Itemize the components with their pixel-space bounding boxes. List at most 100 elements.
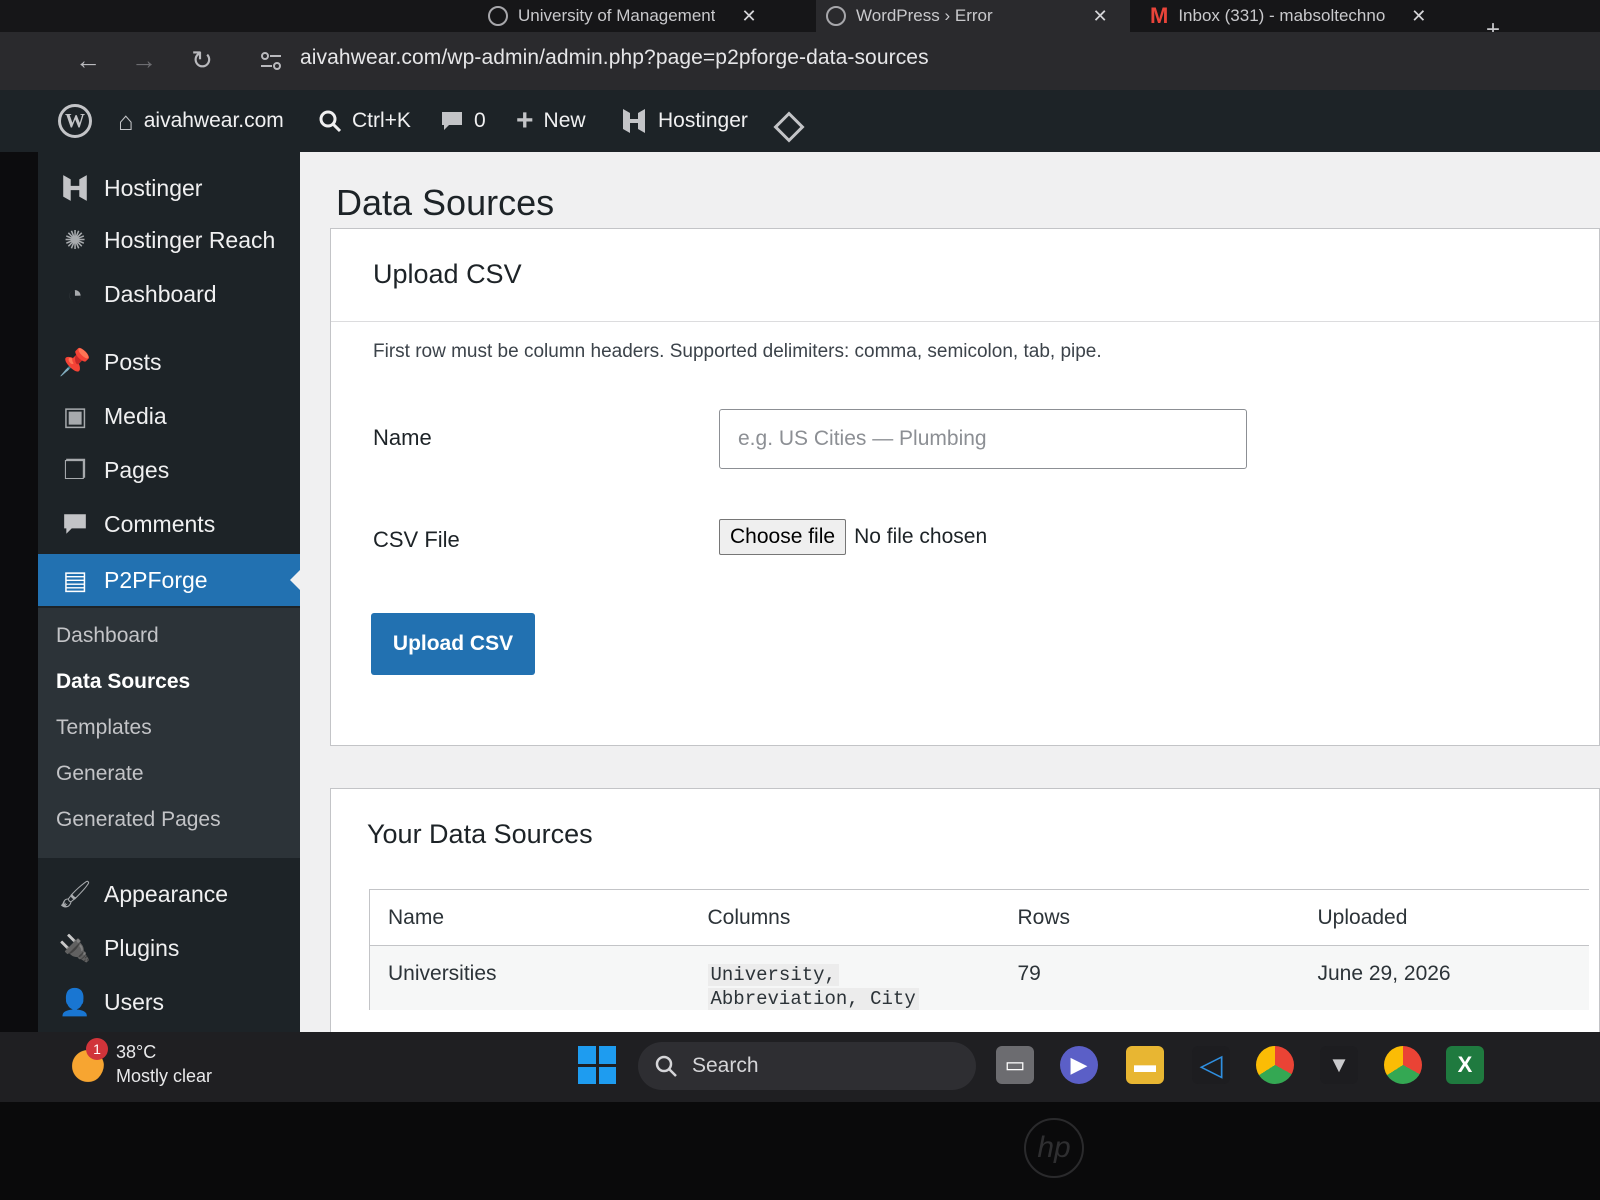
submenu-dashboard[interactable]: Dashboard bbox=[56, 624, 159, 648]
name-input[interactable] bbox=[719, 409, 1247, 469]
sidebar-item-p2pforge[interactable]: ▤ P2PForge bbox=[38, 554, 300, 606]
plus-icon: + bbox=[516, 104, 534, 137]
chrome-profile-icon[interactable] bbox=[1384, 1046, 1422, 1084]
user-icon: 👤 bbox=[58, 986, 92, 1017]
sidebar-item-label: Media bbox=[104, 402, 167, 429]
new-label: New bbox=[543, 109, 586, 132]
cell-columns: University, Abbreviation, City bbox=[689, 945, 1000, 1010]
forward-icon[interactable]: → bbox=[128, 44, 160, 76]
app-icon[interactable]: ▼ bbox=[1320, 1046, 1358, 1084]
column-header-uploaded[interactable]: Uploaded bbox=[1299, 889, 1589, 946]
sidebar-item-dashboard[interactable]: ◔ Dashboard bbox=[38, 268, 300, 320]
choose-file-button[interactable]: Choose file bbox=[719, 519, 847, 555]
hp-logo-icon: hp bbox=[1024, 1118, 1084, 1178]
sidebar-item-label: Pages bbox=[104, 456, 170, 483]
new-content-menu[interactable]: + New bbox=[516, 104, 586, 138]
sidebar-item-users[interactable]: 👤 Users bbox=[38, 976, 300, 1028]
card-divider bbox=[331, 321, 1599, 322]
start-button[interactable] bbox=[578, 1046, 616, 1084]
sidebar-item-pages[interactable]: ❐ Pages bbox=[38, 444, 300, 496]
tab-title: University of Management bbox=[518, 6, 716, 25]
weather-widget[interactable]: 1 38°C Mostly clear bbox=[64, 1038, 212, 1088]
comments-count: 0 bbox=[474, 109, 486, 132]
search-icon bbox=[655, 1055, 677, 1077]
browser-tab-strip: University of Management ✕ WordPress › E… bbox=[0, 0, 1600, 42]
upload-csv-card: Upload CSV First row must be column head… bbox=[330, 228, 1600, 746]
sidebar-item-label: Users bbox=[104, 988, 165, 1015]
sidebar-item-comments[interactable]: Comments bbox=[38, 498, 300, 550]
columns-line-2: Abbreviation, City bbox=[707, 988, 919, 1010]
diamond-menu[interactable] bbox=[773, 110, 805, 144]
wp-logo-menu[interactable]: W bbox=[58, 104, 92, 138]
sidebar-item-plugins[interactable]: 🔌 Plugins bbox=[38, 922, 300, 974]
sidebar-item-hostinger[interactable]: Hostinger bbox=[38, 162, 300, 214]
sidebar-item-label: Plugins bbox=[104, 934, 180, 961]
taskbar-search-label: Search bbox=[692, 1054, 759, 1077]
sidebar-item-posts[interactable]: 📌 Posts bbox=[38, 336, 300, 388]
cell-rows: 79 bbox=[999, 945, 1300, 1010]
chrome-icon[interactable] bbox=[1256, 1046, 1294, 1084]
address-bar[interactable]: aivahwear.com/wp-admin/admin.php?page=p2… bbox=[300, 46, 929, 70]
comment-icon bbox=[60, 509, 90, 539]
column-header-columns[interactable]: Columns bbox=[689, 889, 1000, 946]
tab-gmail-inbox[interactable]: M Inbox (331) - mabsoltechno ✕ bbox=[1140, 0, 1450, 32]
hostinger-icon bbox=[60, 173, 90, 203]
main-content: Data Sources Upload CSV First row must b… bbox=[300, 152, 1600, 1048]
close-tab-icon[interactable]: ✕ bbox=[1093, 6, 1108, 27]
search-icon bbox=[319, 110, 342, 133]
sidebar-item-media[interactable]: ▣ Media bbox=[38, 390, 300, 442]
taskbar-search[interactable]: Search bbox=[638, 1042, 976, 1090]
sidebar-item-label: Comments bbox=[104, 510, 216, 537]
sidebar-item-label: Hostinger Reach bbox=[104, 226, 276, 253]
file-explorer-icon[interactable]: ▬ bbox=[1126, 1046, 1164, 1084]
site-settings-icon[interactable] bbox=[258, 48, 284, 74]
table-header-row: Name Columns Rows Uploaded bbox=[369, 889, 1589, 946]
close-tab-icon[interactable]: ✕ bbox=[1411, 6, 1426, 27]
tab-wordpress-error[interactable]: WordPress › Error ✕ bbox=[816, 0, 1130, 32]
wordpress-icon bbox=[826, 6, 846, 26]
submenu-generate[interactable]: Generate bbox=[56, 762, 144, 786]
windows-taskbar: 1 38°C Mostly clear Search ▭ ▶ ▬ ◁ ▼ X bbox=[0, 1032, 1600, 1102]
pages-icon: ❐ bbox=[63, 454, 87, 485]
sidebar-item-label: Appearance bbox=[104, 880, 229, 907]
table-row[interactable]: Universities University, Abbreviation, C… bbox=[369, 945, 1589, 1010]
close-tab-icon[interactable]: ✕ bbox=[741, 6, 756, 27]
wordpress-logo-icon: W bbox=[58, 104, 92, 138]
submenu-data-sources[interactable]: Data Sources bbox=[56, 670, 190, 694]
column-header-name[interactable]: Name bbox=[369, 889, 690, 946]
site-name-menu[interactable]: ⌂ aivahwear.com bbox=[118, 104, 284, 138]
reload-icon[interactable]: ↻ bbox=[186, 44, 218, 76]
brush-icon: 🖌 bbox=[58, 878, 92, 909]
column-header-rows[interactable]: Rows bbox=[999, 889, 1300, 946]
columns-line-1: University, bbox=[707, 964, 839, 986]
hostinger-menu[interactable]: Hostinger bbox=[620, 104, 748, 138]
vscode-icon[interactable]: ◁ bbox=[1192, 1046, 1230, 1084]
wp-admin-bar: W ⌂ aivahwear.com Ctrl+K 0 + New Hosting… bbox=[0, 90, 1600, 170]
sidebar-item-label: Hostinger bbox=[104, 174, 203, 201]
upload-csv-button[interactable]: Upload CSV bbox=[371, 613, 535, 675]
csv-file-input: Choose file No file chosen bbox=[719, 519, 987, 555]
meet-icon[interactable]: ▶ bbox=[1060, 1046, 1098, 1084]
command-search[interactable]: Ctrl+K bbox=[318, 104, 411, 138]
back-icon[interactable]: ← bbox=[72, 44, 104, 76]
upload-card-title: Upload CSV bbox=[373, 259, 522, 289]
task-view-icon[interactable]: ▭ bbox=[996, 1046, 1034, 1084]
p2pforge-submenu: Dashboard Data Sources Templates Generat… bbox=[38, 608, 300, 858]
comments-menu[interactable]: 0 bbox=[440, 104, 486, 138]
home-icon: ⌂ bbox=[118, 105, 134, 136]
laptop-bezel: hp bbox=[0, 1102, 1600, 1200]
submenu-templates[interactable]: Templates bbox=[56, 716, 152, 740]
weather-sun-icon: 1 bbox=[64, 1038, 108, 1084]
pin-icon: 📌 bbox=[58, 346, 92, 377]
gmail-icon: M bbox=[1150, 3, 1169, 28]
excel-icon[interactable]: X bbox=[1446, 1046, 1484, 1084]
name-field-label: Name bbox=[373, 425, 432, 450]
tab-university[interactable]: University of Management ✕ bbox=[478, 0, 808, 32]
tab-title: Inbox (331) - mabsoltechno bbox=[1178, 6, 1386, 25]
admin-sidebar: Hostinger ✺ Hostinger Reach ◔ Dashboard … bbox=[38, 152, 300, 1032]
submenu-generated-pages[interactable]: Generated Pages bbox=[56, 808, 221, 832]
sidebar-item-hostinger-reach[interactable]: ✺ Hostinger Reach bbox=[38, 214, 300, 266]
comment-icon bbox=[442, 112, 462, 130]
sidebar-item-appearance[interactable]: 🖌 Appearance bbox=[38, 868, 300, 920]
media-icon: ▣ bbox=[62, 400, 88, 431]
